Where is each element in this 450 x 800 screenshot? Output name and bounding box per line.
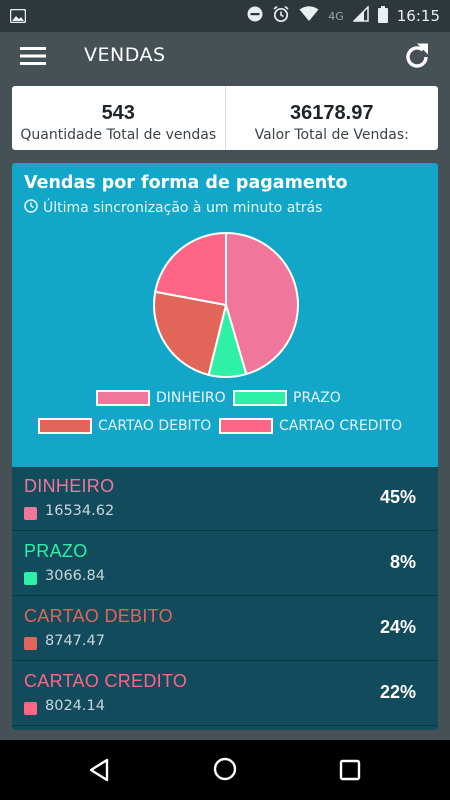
payment-row-cartao-credito[interactable]: CARTAO CREDITO 8024.14 22%	[12, 662, 438, 726]
payment-value: 3066.84	[45, 568, 105, 584]
quantity-label: Quantidade Total de vendas	[20, 127, 217, 143]
network-label: 4G	[328, 9, 344, 23]
do-not-disturb-icon	[247, 6, 263, 26]
payment-row-dinheiro[interactable]: DINHEIRO 16534.62 45%	[12, 467, 438, 531]
amount-value: 36178.97	[290, 102, 374, 124]
payment-percent: 22%	[379, 682, 416, 702]
payment-value: 16534.62	[45, 503, 115, 519]
payment-pie-chart	[153, 231, 299, 378]
sync-status: Última sincronização à um minuto atrás	[24, 199, 322, 217]
payment-value: 8747.47	[45, 633, 105, 649]
payment-name: DINHEIRO	[24, 476, 115, 496]
legend-label-dinheiro: DINHEIRO	[156, 390, 226, 406]
color-square-icon	[24, 572, 37, 585]
amount-label: Valor Total de Vendas:	[254, 127, 409, 143]
alarm-icon	[272, 5, 290, 27]
color-square-icon	[24, 702, 37, 715]
payment-row-cartao-debito[interactable]: CARTAO DEBITO 8747.47 24%	[12, 597, 438, 661]
color-square-icon	[24, 637, 37, 650]
payment-chart-card: Vendas por forma de pagamento Última sin…	[12, 163, 438, 730]
legend-item-prazo: PRAZO	[233, 390, 341, 406]
wifi-icon	[299, 6, 319, 26]
legend-swatch-cartao-credito	[219, 418, 273, 434]
signal-icon	[351, 5, 369, 26]
battery-icon	[377, 5, 388, 27]
quantity-value: 543	[101, 102, 135, 124]
status-bar: 4G 16:15	[0, 0, 450, 32]
home-circle-icon[interactable]	[213, 757, 237, 785]
payment-value: 8024.14	[45, 698, 105, 714]
sync-text: Última sincronização à um minuto atrás	[43, 200, 323, 216]
navigation-bar	[0, 740, 450, 800]
legend-label-cartao-credito: CARTAO CREDITO	[279, 418, 403, 434]
page-title: VENDAS	[84, 44, 166, 66]
payment-name: CARTAO DEBITO	[24, 606, 173, 626]
hamburger-icon[interactable]	[20, 46, 46, 70]
payment-percent: 45%	[379, 487, 416, 507]
pie-slice-cartao-credito	[154, 231, 227, 307]
payment-list: DINHEIRO 16534.62 45% PRAZO 3066.84 8% C…	[12, 467, 438, 730]
app-bar: VENDAS	[0, 32, 450, 82]
legend-item-cartao-credito: CARTAO CREDITO	[219, 418, 402, 434]
payment-percent: 8%	[389, 552, 416, 572]
back-triangle-icon[interactable]	[88, 758, 110, 786]
legend-label-prazo: PRAZO	[293, 390, 341, 406]
sales-summary-card: 543 Quantidade Total de vendas 36178.97 …	[12, 86, 438, 150]
gallery-icon	[9, 8, 27, 27]
legend-label-cartao-debito: CARTAO DEBITO	[98, 418, 212, 434]
legend-swatch-cartao-debito	[38, 418, 92, 434]
payment-name: CARTAO CREDITO	[24, 671, 188, 691]
legend-item-dinheiro: DINHEIRO	[96, 390, 226, 406]
legend-swatch-dinheiro	[96, 390, 150, 406]
payment-row-prazo[interactable]: PRAZO 3066.84 8%	[12, 532, 438, 596]
quantity-summary: 543 Quantidade Total de vendas	[12, 86, 225, 150]
recents-square-icon[interactable]	[339, 759, 361, 785]
clock-time: 16:15	[396, 7, 440, 25]
refresh-icon[interactable]	[402, 42, 432, 76]
amount-summary: 36178.97 Valor Total de Vendas:	[224, 86, 439, 150]
legend-item-cartao-debito: CARTAO DEBITO	[38, 418, 211, 434]
color-square-icon	[24, 507, 37, 520]
card-title: Vendas por forma de pagamento	[24, 173, 348, 193]
payment-percent: 24%	[379, 617, 416, 637]
legend-swatch-prazo	[233, 390, 287, 406]
clock-icon	[24, 199, 38, 217]
payment-name: PRAZO	[24, 541, 88, 561]
